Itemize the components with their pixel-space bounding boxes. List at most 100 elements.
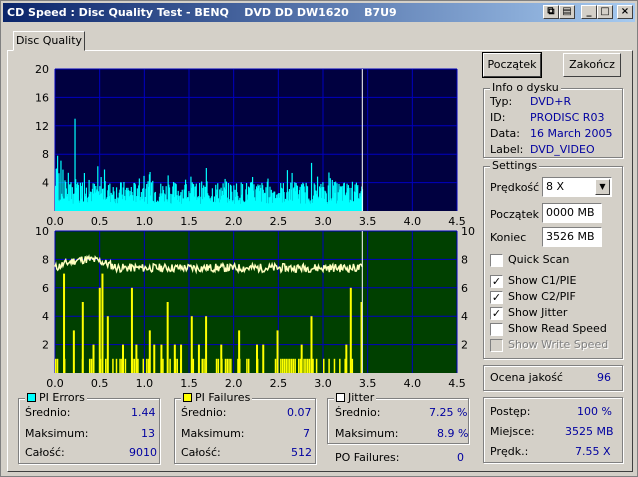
chevron-down-icon[interactable]: ▼: [595, 179, 610, 195]
speed-select[interactable]: 8 X ▼: [542, 177, 612, 197]
pi-failure-bar: [287, 358, 289, 373]
jitter-legend: Jitter: [334, 391, 377, 404]
pif-jitter-chart: 10 8 6 4 2 10 8 6 4 2 0.0 0.5 1.0 1.5 2.0 2.5 3.0 3.5 4.0 4…: [35, 225, 475, 390]
position-label: Miejsce:: [490, 425, 535, 438]
pi-failure-bar: [205, 316, 208, 373]
pi-failure-bar: [283, 358, 286, 373]
pi-failure-bar: [256, 344, 258, 373]
pi-failure-bar: [292, 358, 295, 373]
pi-failure-bar: [323, 358, 325, 373]
pi-failure-bar: [290, 358, 293, 373]
x-tick-label: 1.0: [136, 377, 154, 390]
pi-failure-bar: [297, 358, 300, 373]
tab-disc-quality[interactable]: Disc Quality: [13, 31, 85, 51]
show-c1-checkbox[interactable]: ✓: [490, 275, 503, 288]
show-write-speed-checkbox: [490, 339, 503, 352]
pi-failure-bar: [190, 316, 193, 373]
pi-failure-bar: [228, 358, 230, 373]
start-button[interactable]: Początek: [482, 52, 542, 78]
jitter-swatch: [336, 393, 345, 402]
disc-info-legend: Info o dysku: [490, 81, 561, 94]
pi-failure-bar: [119, 358, 121, 373]
minimize-button[interactable]: _: [581, 5, 597, 19]
pi-failure-bar: [203, 358, 205, 373]
pi-errors-chart: 201612840.0 0.5 1.0 1.5 2.0 2.5 3.0 3.5 4.0 4.5: [35, 63, 466, 228]
stop-button[interactable]: Zakończ: [563, 53, 621, 77]
show-write-speed-label: Show Write Speed: [508, 338, 609, 351]
pi-errors-max-label: Maksimum:: [25, 427, 89, 440]
pi-failure-bar: [246, 358, 248, 373]
x-tick-label: 2.0: [225, 377, 243, 390]
jitter-avg-label: Średnio:: [335, 406, 381, 419]
pi-failure-bar: [112, 358, 114, 373]
pi-failure-bar: [72, 330, 75, 373]
x-tick-label: 4.5: [448, 377, 466, 390]
x-tick-label: 1.5: [180, 377, 198, 390]
position-value: 3525 MB: [565, 425, 614, 438]
pi-failure-bar: [224, 358, 227, 373]
x-tick-label: 0.0: [46, 377, 64, 390]
pi-failure-bar: [230, 358, 232, 373]
pi-failure-bar: [339, 358, 341, 373]
show-read-speed-checkbox[interactable]: [490, 323, 503, 336]
pi-failure-bar: [262, 344, 265, 373]
progress-label: Postęp:: [490, 405, 531, 418]
pi-failure-bar: [294, 358, 296, 373]
pi-failure-bar: [169, 358, 171, 373]
maximize-button[interactable]: □: [597, 5, 613, 19]
pi-failure-bar: [90, 358, 93, 373]
pi-failure-bar: [176, 358, 178, 373]
end-position-label: Koniec: [490, 231, 527, 244]
pi-failures-max-label: Maksimum:: [181, 427, 245, 440]
pi-failures-avg-value: 0.07: [287, 406, 312, 419]
pi-failure-bar: [180, 344, 183, 373]
pi-failure-bar: [312, 358, 314, 373]
pi-failure-bar: [92, 344, 95, 373]
disc-label-label: Label:: [490, 143, 524, 156]
y-tick-label-right: 2: [461, 339, 468, 352]
pi-failure-bar: [289, 358, 291, 373]
pi-failure-bar: [328, 358, 330, 373]
progress-value: 100 %: [577, 405, 612, 418]
pi-errors-legend-text: PI Errors: [39, 391, 85, 404]
pi-failure-bar: [201, 358, 204, 373]
pi-failure-bar: [133, 358, 136, 373]
quality-score-value: 96: [597, 371, 611, 384]
pi-failure-bar: [276, 330, 279, 373]
show-jitter-checkbox[interactable]: ✓: [490, 307, 503, 320]
show-c2-checkbox[interactable]: ✓: [490, 291, 503, 304]
jitter-max-label: Maksimum:: [335, 427, 399, 440]
end-position-input[interactable]: 3526 MB: [542, 227, 602, 247]
po-failures-value: 0: [457, 451, 464, 464]
y-tick-label-left: 4: [42, 310, 49, 323]
start-position-input[interactable]: 0000 MB: [542, 203, 602, 223]
y-tick-label-left: 8: [42, 253, 49, 266]
quick-scan-checkbox[interactable]: [490, 254, 503, 267]
speed-label: Prędkość: [490, 181, 540, 194]
pi-failure-bar: [56, 358, 59, 373]
pi-failure-bar: [238, 330, 241, 373]
pi-errors-avg-value: 1.44: [131, 406, 156, 419]
pi-failure-bar: [281, 358, 284, 373]
po-failures-label: PO Failures:: [335, 451, 400, 464]
pi-failure-bar: [315, 358, 318, 373]
pi-failure-bar: [101, 273, 104, 373]
y-tick-label-right: 6: [461, 282, 468, 295]
current-speed-value: 7.55 X: [575, 445, 611, 458]
save-icon[interactable]: ▤: [559, 5, 575, 19]
pi-failure-bar: [300, 344, 303, 373]
disc-id-label: ID:: [490, 111, 506, 124]
pi-errors-avg-label: Średnio:: [25, 406, 71, 419]
disc-id-value: PRODISC R03: [530, 111, 605, 124]
y-tick-label: 20: [35, 63, 49, 76]
close-button[interactable]: ×: [617, 5, 633, 19]
x-tick-label: 0.5: [91, 377, 109, 390]
pi-failure-bar: [148, 330, 151, 373]
pi-failure-bar: [333, 358, 336, 373]
copy-icon[interactable]: ⧉: [543, 5, 559, 19]
pi-failure-bar: [153, 344, 156, 373]
application-window: CD Speed : Disc Quality Test - BENQ DVD …: [0, 0, 638, 477]
pi-failure-bar: [226, 358, 229, 373]
pi-failure-bar: [63, 273, 66, 373]
jitter-max-value: 8.9 %: [437, 427, 469, 440]
